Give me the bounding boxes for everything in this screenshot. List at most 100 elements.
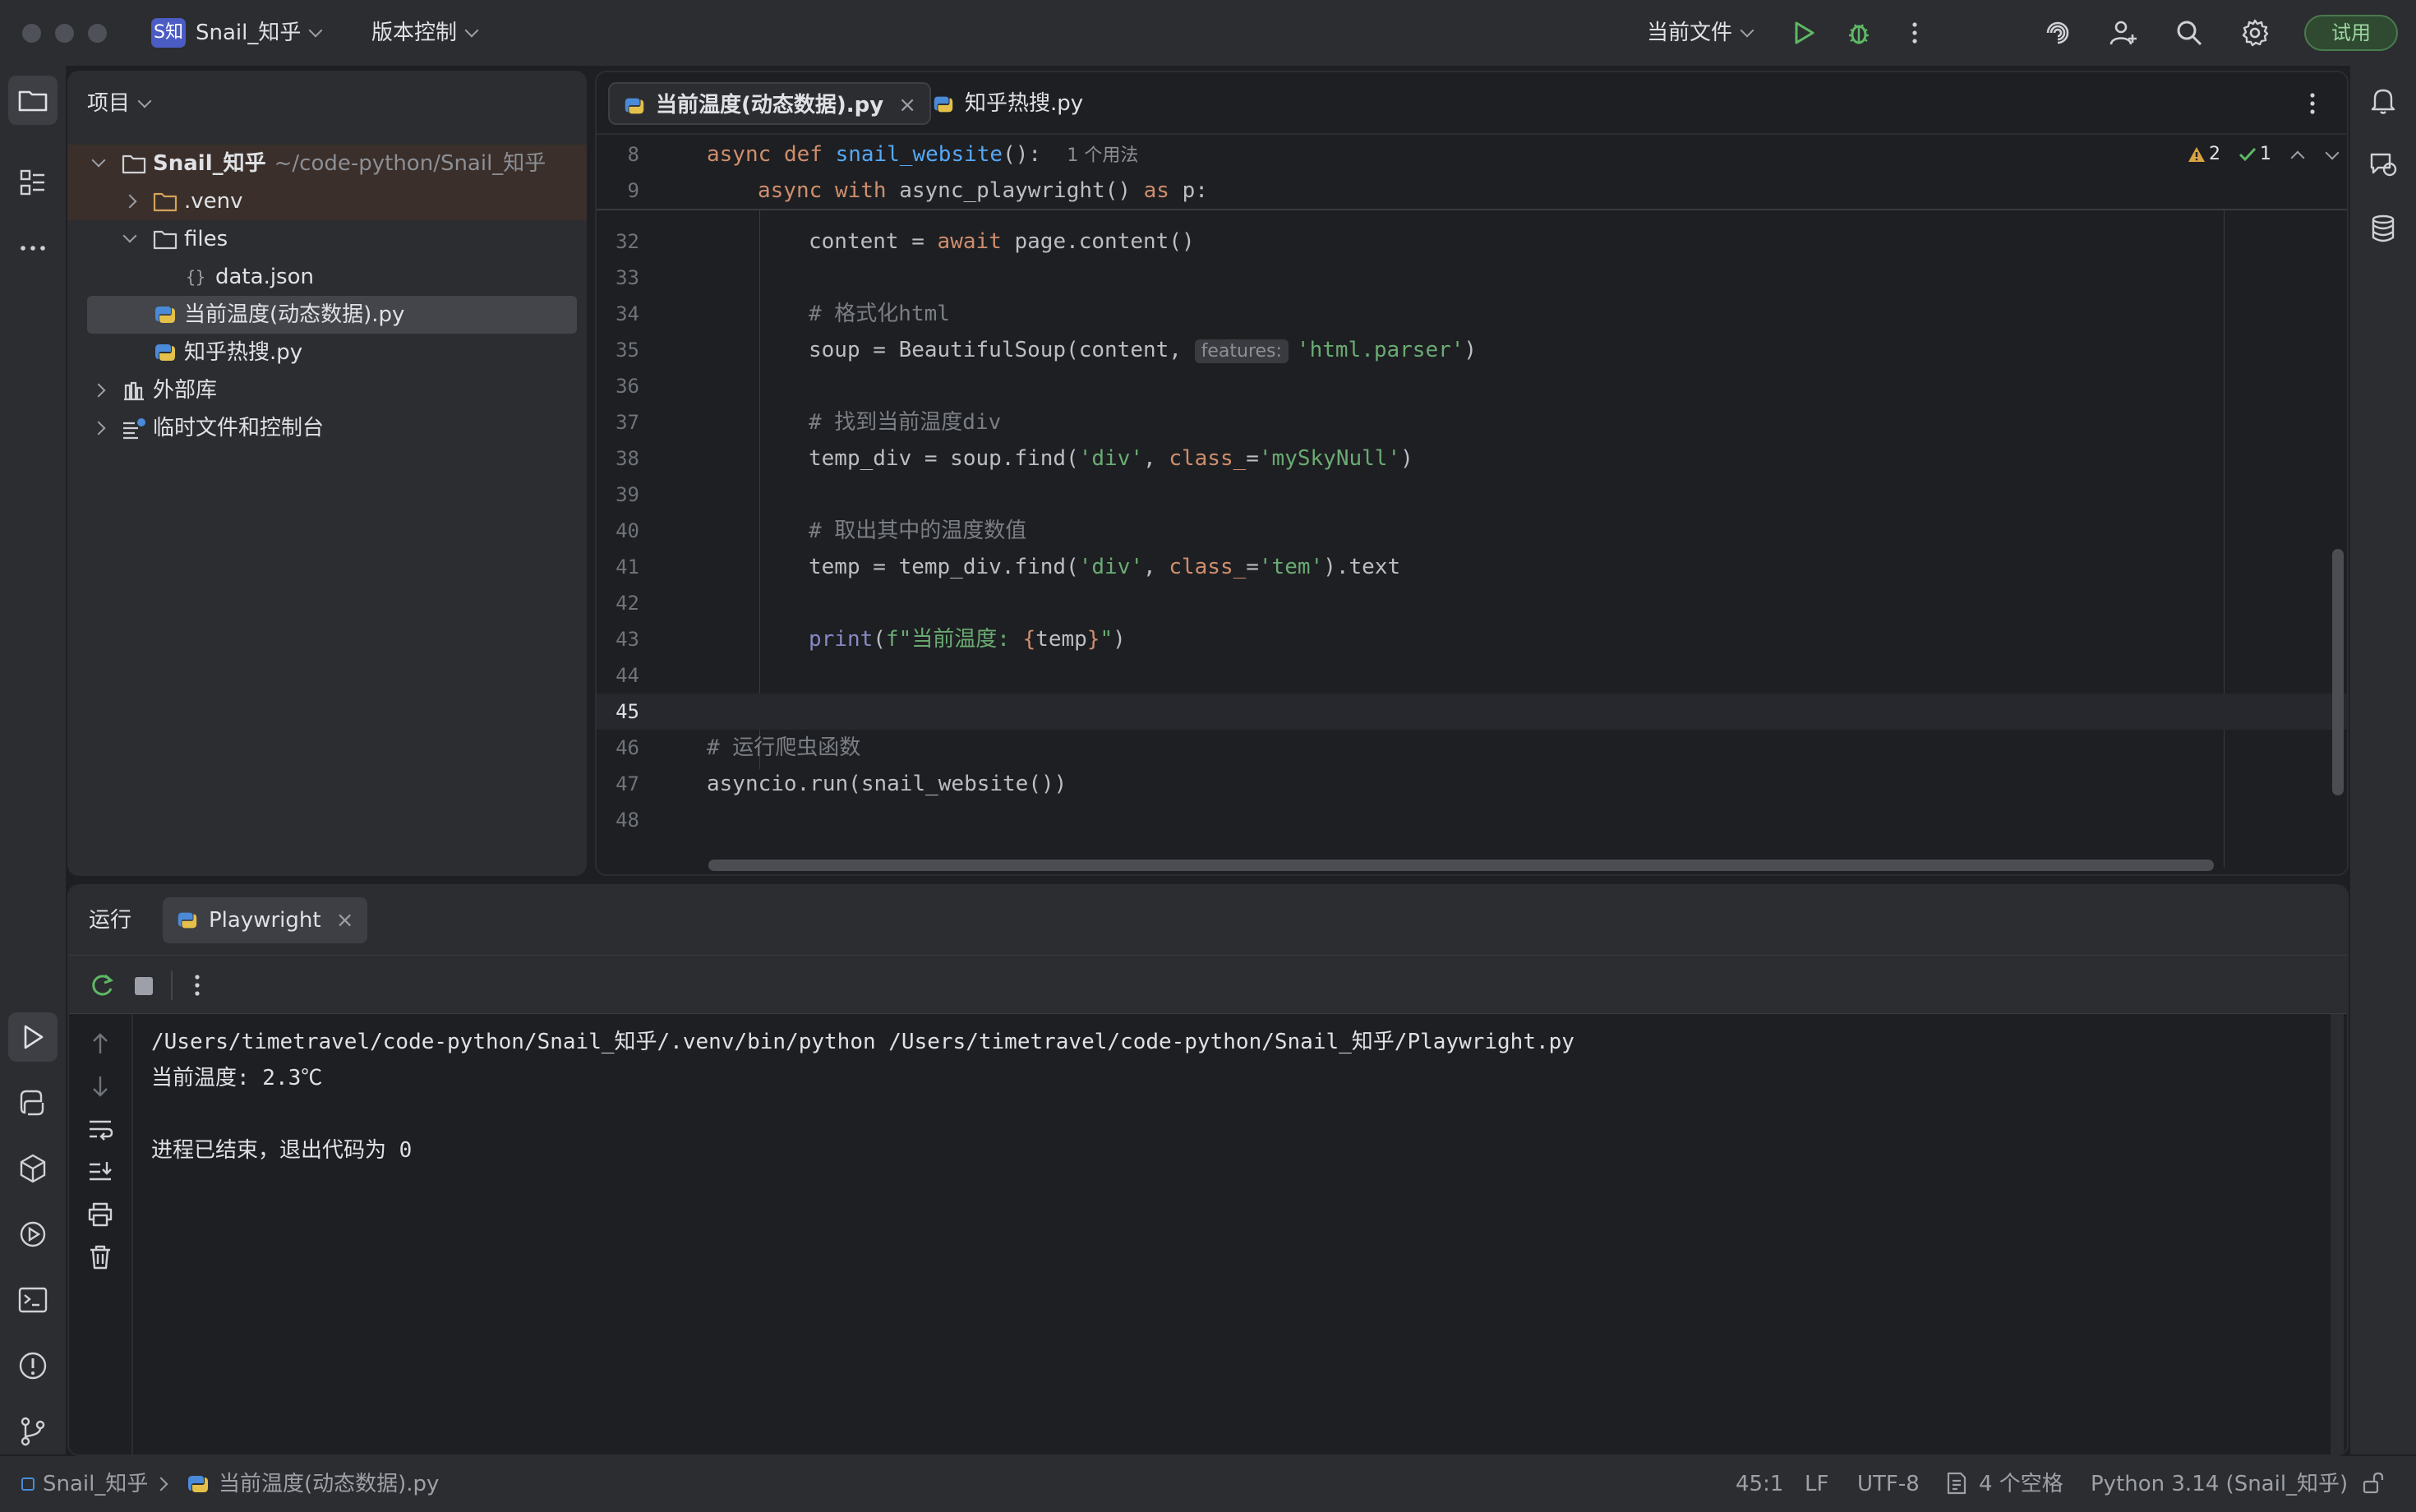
- editor-vertical-scrollbar[interactable]: [2332, 549, 2344, 795]
- scroll-up-icon[interactable]: [85, 1029, 115, 1058]
- editor-panel: 当前温度(动态数据).py × 知乎热搜.py 32 content = await…: [595, 71, 2349, 876]
- console-vertical-scrollbar[interactable]: [2331, 1014, 2344, 1454]
- more-run-actions-icon[interactable]: [182, 970, 212, 1000]
- code-token: temp: [1035, 627, 1087, 652]
- expand-arrow-icon[interactable]: [122, 228, 137, 243]
- expand-arrow-icon[interactable]: [91, 421, 106, 436]
- unlock-icon[interactable]: [2360, 1471, 2385, 1496]
- code-line[interactable]: 34 # 格式化html: [597, 296, 2347, 332]
- add-user-icon[interactable]: [2107, 16, 2140, 49]
- project-badge[interactable]: S知: [151, 18, 186, 48]
- more-tools-icon[interactable]: [15, 230, 51, 266]
- run-config-label: 当前文件: [1647, 21, 1733, 45]
- git-branch-icon[interactable]: [15, 1413, 51, 1450]
- code-line[interactable]: 47 asyncio.run(snail_website()): [597, 766, 2347, 802]
- python-interpreter[interactable]: Python 3.14 (Snail_知乎): [2091, 1469, 2348, 1499]
- code-line[interactable]: 32 content = await page.content(): [597, 224, 2347, 260]
- code-line-current[interactable]: 45: [597, 694, 2347, 730]
- code-line[interactable]: 40 # 取出其中的温度数值: [597, 513, 2347, 549]
- close-tab-icon[interactable]: ×: [898, 93, 916, 118]
- json-file-icon: {}: [186, 267, 205, 287]
- expand-arrow-icon[interactable]: [91, 153, 106, 168]
- code-line[interactable]: 43 print(f"当前温度: {temp}"): [597, 621, 2347, 657]
- scroll-to-end-icon[interactable]: [85, 1157, 115, 1187]
- tree-item-files[interactable]: files: [87, 220, 577, 258]
- breadcrumb-file[interactable]: 当前温度(动态数据).py: [219, 1469, 439, 1499]
- line-number: 48: [616, 809, 639, 832]
- ai-chat-icon[interactable]: [2365, 146, 2401, 182]
- code-line[interactable]: 42: [597, 585, 2347, 621]
- expand-arrow-icon[interactable]: [91, 383, 106, 398]
- services-icon[interactable]: [15, 1216, 51, 1252]
- notifications-bell-icon[interactable]: [2365, 82, 2401, 118]
- run-tool-icon[interactable]: [15, 1019, 51, 1055]
- soft-wrap-icon[interactable]: [85, 1114, 115, 1144]
- tab-current-temp[interactable]: 当前温度(动态数据).py ×: [608, 82, 931, 125]
- line-separator[interactable]: LF: [1805, 1469, 1828, 1499]
- project-view-selector[interactable]: 项目: [87, 87, 152, 120]
- tree-item-external-libraries[interactable]: 外部库: [87, 371, 577, 409]
- zoom-window-button[interactable]: [88, 24, 107, 43]
- close-run-tab-icon[interactable]: ×: [336, 897, 354, 943]
- code-line[interactable]: 33: [597, 260, 2347, 296]
- tab-zhihu-hot[interactable]: 知乎热搜.py: [919, 82, 1096, 125]
- expand-arrow-icon[interactable]: [122, 194, 137, 209]
- settings-gear-icon[interactable]: [2238, 16, 2271, 49]
- editor-horizontal-scrollbar[interactable]: [708, 860, 2214, 871]
- tree-item-scratches[interactable]: 临时文件和控制台: [87, 409, 577, 447]
- project-folder-icon[interactable]: [15, 82, 51, 118]
- python-console-icon[interactable]: [15, 1085, 51, 1121]
- code-line[interactable]: 35 soup = BeautifulSoup(content, features…: [597, 332, 2347, 368]
- run-tab-playwright[interactable]: Playwright ×: [163, 897, 367, 943]
- more-actions-icon[interactable]: [1898, 16, 1931, 49]
- terminal-icon[interactable]: [15, 1282, 51, 1318]
- breadcrumb-project[interactable]: Snail_知乎: [43, 1469, 148, 1499]
- usages-hint[interactable]: 1 个用法: [1067, 145, 1138, 166]
- rerun-icon[interactable]: [87, 970, 117, 1000]
- code-line[interactable]: 41 temp = temp_div.find('div', class_='te…: [597, 549, 2347, 585]
- sticky-line[interactable]: 8 async def snail_website(): 1 个用法: [597, 136, 2347, 173]
- tab-options-icon[interactable]: [2298, 89, 2327, 118]
- ai-assistant-icon[interactable]: [2041, 16, 2074, 49]
- tree-item-label: files: [184, 227, 228, 251]
- tree-item-data-json[interactable]: {} data.json: [87, 258, 577, 296]
- code-line[interactable]: 48: [597, 802, 2347, 838]
- sticky-line[interactable]: 9 async with async_playwright() as p:: [597, 173, 2347, 209]
- indent-setting[interactable]: 4 个空格: [1979, 1469, 2063, 1499]
- minimize-window-button[interactable]: [55, 24, 74, 43]
- code-token: {: [1022, 627, 1036, 652]
- file-encoding[interactable]: UTF-8: [1857, 1469, 1920, 1499]
- line-number: 39: [616, 483, 639, 506]
- code-token: }: [1086, 627, 1100, 652]
- code-line[interactable]: 46 # 运行爬虫函数: [597, 730, 2347, 766]
- scroll-down-icon[interactable]: [85, 1072, 115, 1101]
- database-icon[interactable]: [2365, 210, 2401, 247]
- tree-item-root[interactable]: Snail_知乎 ~/code-python/Snail_知乎: [67, 145, 587, 182]
- code-line[interactable]: 38 temp_div = soup.find('div', class_='my…: [597, 440, 2347, 477]
- tree-item-venv[interactable]: .venv: [67, 182, 587, 220]
- problems-icon[interactable]: [15, 1348, 51, 1384]
- code-line[interactable]: 44: [597, 657, 2347, 694]
- code-line[interactable]: 36: [597, 368, 2347, 404]
- code-line[interactable]: 37 # 找到当前温度div: [597, 404, 2347, 440]
- tree-item-zhihu-hot-py[interactable]: 知乎热搜.py: [87, 334, 577, 371]
- run-icon[interactable]: [1787, 16, 1819, 49]
- close-window-button[interactable]: [22, 24, 41, 43]
- trial-button[interactable]: 试用: [2304, 15, 2398, 51]
- vcs-menu[interactable]: 版本控制: [371, 18, 479, 48]
- clear-all-trash-icon[interactable]: [85, 1242, 115, 1272]
- debug-icon[interactable]: [1842, 16, 1875, 49]
- structure-icon[interactable]: [15, 164, 51, 201]
- stop-icon[interactable]: [135, 977, 153, 995]
- tree-item-current-temp-py[interactable]: 当前温度(动态数据).py: [87, 296, 577, 334]
- code-token: temp_div = soup.find(: [809, 446, 1079, 471]
- caret-position[interactable]: 45:1: [1736, 1469, 1783, 1499]
- print-icon[interactable]: [85, 1200, 115, 1229]
- python-packages-icon[interactable]: [15, 1150, 51, 1187]
- search-icon[interactable]: [2173, 16, 2206, 49]
- sticky-scope-header[interactable]: 8 async def snail_website(): 1 个用法 9 async…: [597, 135, 2347, 210]
- project-switcher[interactable]: Snail_知乎: [196, 18, 323, 48]
- run-config-selector[interactable]: 当前文件: [1647, 18, 1754, 48]
- code-line[interactable]: 39: [597, 477, 2347, 513]
- code-keyword-arg: class_: [1169, 446, 1247, 471]
